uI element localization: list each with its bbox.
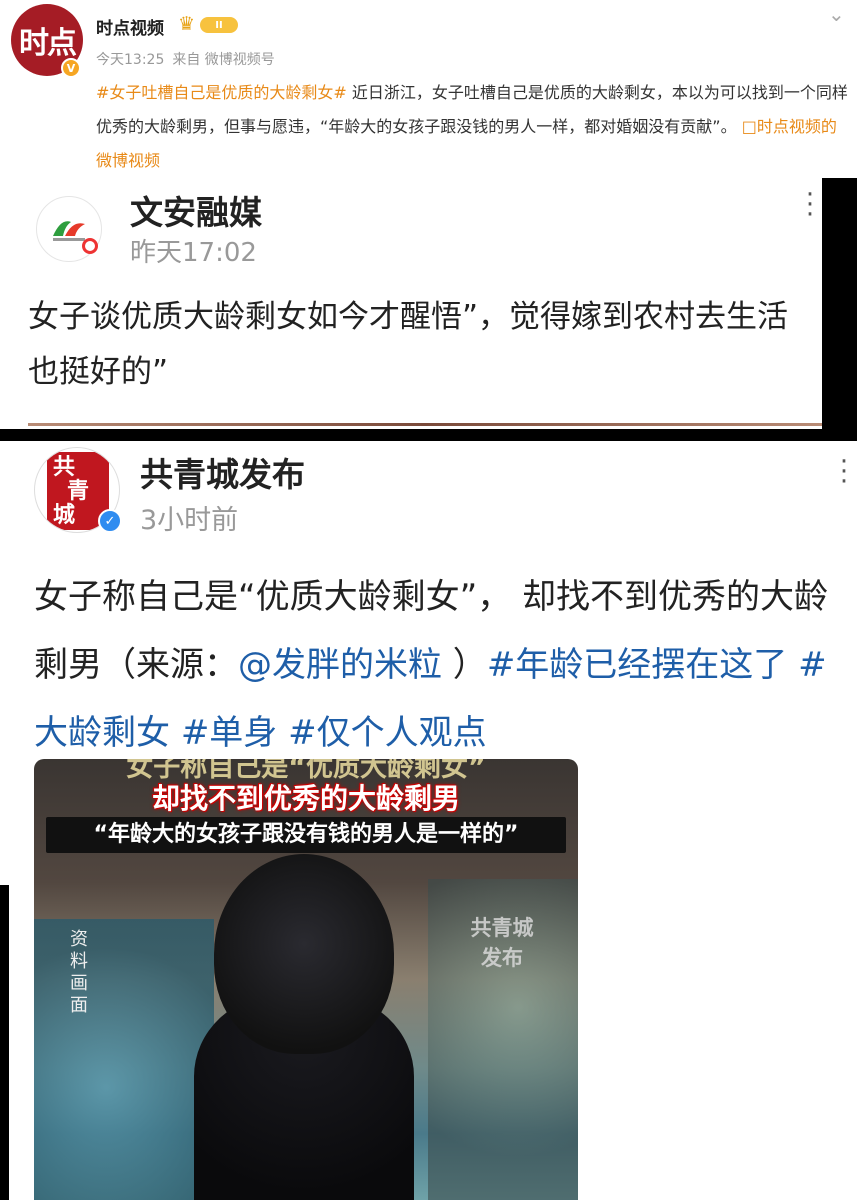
post-body: 女子谈优质大龄剩女如今才醒悟”，觉得嫁到农村去生活也挺好的” [28,299,789,390]
verified-check-icon: ✓ [98,509,122,533]
mention-link[interactable]: @发胖的米粒 [238,645,442,685]
post-body-end: ） [442,645,487,685]
post-time: 今天13:25 [96,52,165,68]
post-meta: 今天13:25 来自 微博视频号 [96,49,283,69]
video-link-icon: □ [741,117,757,136]
crown-icon: ♛ [178,13,196,35]
weibo-post-wenan: 文安融媒 昨天17:02 · · · 女子谈优质大龄剩女如今才醒悟”，觉得嫁到农村去… [0,178,822,429]
more-options-icon[interactable]: · · · [834,449,854,495]
media-edge [28,423,822,426]
blurred-person [184,854,434,1200]
post-text: 女子称自己是“优质大龄剩女”， 却找不到优秀的大龄剩男（来源：@发胖的米粒 ）#… [34,563,849,767]
hashtag-link[interactable]: #女子吐槽自己是优质的大龄剩女# [96,83,347,102]
more-options-icon[interactable]: · · · [800,182,820,228]
video-side-label: 资料画面 [70,929,88,1016]
author-name[interactable]: 时点视频 [96,14,164,39]
screen-edge [0,885,9,1200]
video-watermark: 共青城发布 [470,916,534,970]
hashtag-link[interactable]: #单身 [181,713,278,753]
hashtag-link[interactable]: #仅个人观点 [288,713,487,753]
chevron-down-icon[interactable]: ⌄ [828,2,845,26]
video-caption-quote: “年龄大的女孩子跟没有钱的男人是一样的” [46,817,566,853]
author-name[interactable]: 文安融媒 [130,186,262,234]
author-name[interactable]: 共青城发布 [140,448,305,496]
seal-char: 青 [67,479,90,504]
verified-badge-icon: V [61,58,81,78]
video-caption-main: 却找不到优秀的大龄剩男 [151,782,460,815]
weibo-post-gongqingcheng: 共 青 城 ✓ 共青城发布 3小时前 · · · 女子称自己是“优质大龄剩女”， 却… [0,441,857,1200]
post-time: 3小时前 [140,505,239,536]
post-text: #女子吐槽自己是优质的大龄剩女# 近日浙江，女子吐槽自己是优质的大龄剩女，本以为… [96,76,848,178]
hashtag-link[interactable]: #年龄已经摆在这了 [487,645,788,685]
seal-char: 城 [53,503,76,528]
weibo-post-shidian: 时点 V 时点视频 ♛ II 今天13:25 来自 微博视频号 ⌄ #女子吐槽自己… [0,0,857,178]
seal-char: 共 [53,455,76,480]
avatar-logo-text: 时点 [19,26,77,61]
post-time: 昨天17:02 [130,238,257,268]
post-source: 来自 微博视频号 [172,52,275,68]
level-badge: II [200,17,238,33]
live-dot-icon [82,238,98,254]
video-thumbnail[interactable]: 女子称自己是“优质大龄剩女” 却找不到优秀的大龄剩男 “年龄大的女孩子跟没有钱的… [34,759,578,1200]
person-head [214,854,394,1054]
